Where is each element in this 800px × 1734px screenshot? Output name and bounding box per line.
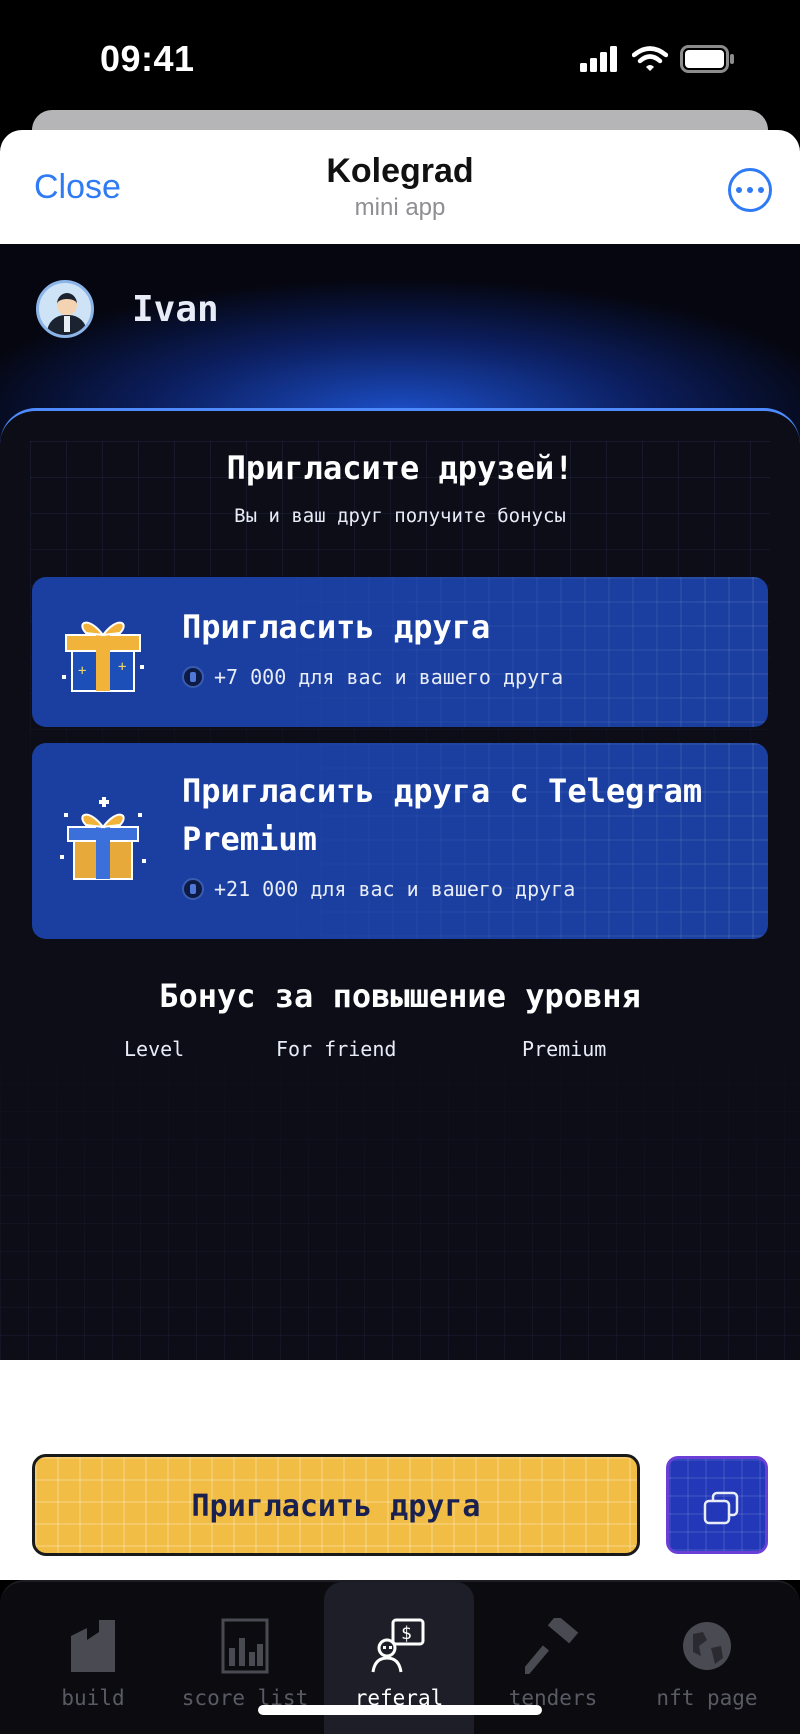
coin-icon xyxy=(182,666,204,688)
app-content: Ivan Пригласите друзей! Вы и ваш друг по… xyxy=(0,244,800,1360)
globe-icon xyxy=(683,1622,731,1670)
tab-label: nft page xyxy=(656,1686,758,1710)
level-bonus-title: Бонус за повышение уровня xyxy=(159,977,641,1015)
copy-link-button[interactable] xyxy=(666,1456,768,1554)
status-bar: 09:41 xyxy=(0,0,800,110)
gift-icon: + + xyxy=(62,621,144,692)
referral-icon: $ xyxy=(371,1618,425,1673)
status-time: 09:41 xyxy=(100,38,195,79)
card-reward: +7 000 для вас и вашего друга xyxy=(182,665,563,689)
svg-text:+: + xyxy=(78,663,86,679)
svg-text:$: $ xyxy=(401,1623,412,1644)
invite-premium-friend-card[interactable]: Пригласить друга с Telegram Premium +21 … xyxy=(32,743,768,939)
card-title: Пригласить друга с Telegram Premium xyxy=(182,772,703,858)
reward-text: +21 000 для вас и вашего друга xyxy=(214,877,576,901)
tab-nft-page[interactable]: nft page xyxy=(632,1582,782,1734)
invite-friend-button[interactable]: Пригласить друга xyxy=(32,1454,640,1556)
cellular-signal-icon xyxy=(580,46,617,72)
copy-icon xyxy=(703,1491,739,1525)
premium-gift-icon xyxy=(60,797,146,880)
status-icons xyxy=(580,44,736,74)
avatar xyxy=(36,280,94,338)
invite-title: Пригласите друзей! xyxy=(226,449,574,487)
tab-label: build xyxy=(61,1686,125,1710)
column-header-premium: Premium xyxy=(522,1037,607,1061)
card-reward: +21 000 для вас и вашего друга xyxy=(182,877,575,901)
user-profile[interactable]: Ivan xyxy=(36,280,219,338)
referral-panel: Пригласите друзей! Вы и ваш друг получит… xyxy=(0,408,800,1360)
building-icon xyxy=(71,1620,115,1672)
chart-icon xyxy=(221,1618,269,1674)
battery-icon xyxy=(680,45,734,73)
column-header-for-friend: For friend xyxy=(276,1037,397,1061)
card-title: Пригласить друга xyxy=(182,608,491,646)
hammer-icon xyxy=(525,1618,579,1674)
mini-app-header: Close Kolegrad mini app xyxy=(0,130,800,244)
action-area: Пригласить друга xyxy=(0,1360,800,1580)
home-indicator xyxy=(258,1705,542,1715)
more-options-icon[interactable] xyxy=(728,168,772,212)
tab-build[interactable]: build xyxy=(18,1582,168,1734)
invite-friend-card[interactable]: + + Пригласить друга +7 000 для вас и ва… xyxy=(32,577,768,727)
reward-text: +7 000 для вас и вашего друга xyxy=(214,665,564,689)
invite-button-label: Пригласить друга xyxy=(191,1489,481,1524)
coin-icon xyxy=(182,878,204,900)
svg-text:+: + xyxy=(118,659,126,675)
wifi-icon xyxy=(632,46,668,71)
invite-subtitle: Вы и ваш друг получите бонусы xyxy=(234,505,566,527)
app-subtitle: mini app xyxy=(354,194,446,221)
app-title: Kolegrad xyxy=(326,152,474,190)
column-header-level: Level xyxy=(124,1037,185,1061)
user-name: Ivan xyxy=(132,288,219,330)
